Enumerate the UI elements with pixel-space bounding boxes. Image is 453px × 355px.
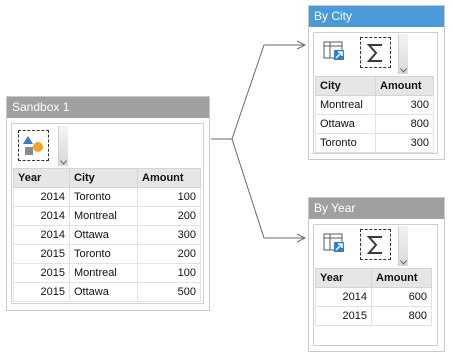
table-row[interactable]: 2015 Montreal 100 <box>13 263 201 283</box>
table-cell: 300 <box>375 95 434 115</box>
table-cell: Montreal <box>69 206 138 226</box>
table-cell: Ottawa <box>315 114 376 134</box>
sandbox-panel-body: Year City Amount 2014 Toronto 100 2014 Montrea… <box>11 123 204 304</box>
chevron-down-icon <box>400 68 407 73</box>
toolbar-scroll[interactable] <box>398 34 408 74</box>
by-year-panel-body: Year Amount 2014 600 2015 800 <box>313 224 438 346</box>
table-cell: 2014 <box>13 206 70 226</box>
connector-to-by-year <box>231 138 305 239</box>
table-icon <box>323 233 344 252</box>
sandbox-panel[interactable]: Sandbox 1 Year City Amount 2014 Toronto 100 2… <box>6 96 210 311</box>
column-header[interactable]: City <box>315 76 376 96</box>
table-cell: Toronto <box>69 187 138 207</box>
column-header[interactable]: Amount <box>371 268 432 288</box>
table-row[interactable]: 2015 800 <box>315 306 432 326</box>
table-cell: 2014 <box>13 225 70 245</box>
table-row[interactable]: Ottawa 800 <box>315 114 434 134</box>
table-cell: 2015 <box>13 244 70 264</box>
column-header[interactable]: Year <box>13 168 70 188</box>
column-header[interactable]: Year <box>315 268 372 288</box>
table-row[interactable]: 2015 Toronto 200 <box>13 244 201 264</box>
by-year-panel[interactable]: By Year Year Amount 2014 600 2015 800 <box>308 197 445 352</box>
table-tool-button[interactable] <box>320 37 351 68</box>
table-cell: Montreal <box>69 263 138 283</box>
chevron-down-icon <box>400 260 407 265</box>
table-cell: 300 <box>375 133 434 153</box>
table-cell: 100 <box>137 263 201 283</box>
by-city-table: City Amount Montreal 300 Ottawa 800 Toronto 30… <box>315 76 434 153</box>
table-icon <box>323 41 344 60</box>
table-cell: 2015 <box>13 282 70 302</box>
table-cell: Montreal <box>315 95 376 115</box>
table-cell: 800 <box>371 306 432 326</box>
table-cell: 100 <box>137 187 201 207</box>
table-cell: 500 <box>137 282 201 302</box>
table-cell: 300 <box>137 225 201 245</box>
column-header[interactable]: Amount <box>375 76 434 96</box>
by-city-panel[interactable]: By City City Amount Montreal 300 Ottawa … <box>308 5 445 160</box>
table-cell: Ottawa <box>69 225 138 245</box>
table-cell: 200 <box>137 244 201 264</box>
table-cell: Toronto <box>69 244 138 264</box>
table-row[interactable]: 2014 Montreal 200 <box>13 206 201 226</box>
table-tool-button[interactable] <box>320 229 351 260</box>
table-row[interactable]: 2014 Ottawa 300 <box>13 225 201 245</box>
sandbox-panel-title: Sandbox 1 <box>7 97 209 118</box>
sum-icon <box>366 44 382 62</box>
sum-icon <box>366 236 382 254</box>
table-cell: 2014 <box>13 187 70 207</box>
shapes-tool-button[interactable] <box>18 130 49 161</box>
by-year-panel-title: By Year <box>309 198 444 219</box>
by-city-panel-body: City Amount Montreal 300 Ottawa 800 Toronto 30… <box>313 32 438 154</box>
table-row[interactable]: 2014 Toronto 100 <box>13 187 201 207</box>
shapes-icon <box>23 136 43 155</box>
table-cell: 2015 <box>13 263 70 283</box>
by-city-panel-title: By City <box>309 6 444 27</box>
sum-tool-button[interactable] <box>360 37 391 68</box>
table-cell: 2014 <box>315 287 372 307</box>
table-cell: Toronto <box>315 133 376 153</box>
sandbox-table: Year City Amount 2014 Toronto 100 2014 Montrea… <box>13 168 201 302</box>
column-header[interactable]: City <box>69 168 138 188</box>
by-year-table: Year Amount 2014 600 2015 800 <box>315 268 432 326</box>
table-cell: 2015 <box>315 306 372 326</box>
toolbar-scroll[interactable] <box>58 126 68 166</box>
table-cell: Ottawa <box>69 282 138 302</box>
table-row[interactable]: Toronto 300 <box>315 133 434 153</box>
table-row[interactable]: Montreal 300 <box>315 95 434 115</box>
table-cell: 600 <box>371 287 432 307</box>
chevron-down-icon <box>60 160 67 165</box>
table-row[interactable]: 2014 600 <box>315 287 432 307</box>
connector-to-by-city <box>211 44 305 140</box>
column-header[interactable]: Amount <box>137 168 201 188</box>
toolbar-scroll[interactable] <box>398 226 408 266</box>
sum-tool-button[interactable] <box>360 229 391 260</box>
table-cell: 200 <box>137 206 201 226</box>
table-cell: 800 <box>375 114 434 134</box>
table-row[interactable]: 2015 Ottawa 500 <box>13 282 201 302</box>
